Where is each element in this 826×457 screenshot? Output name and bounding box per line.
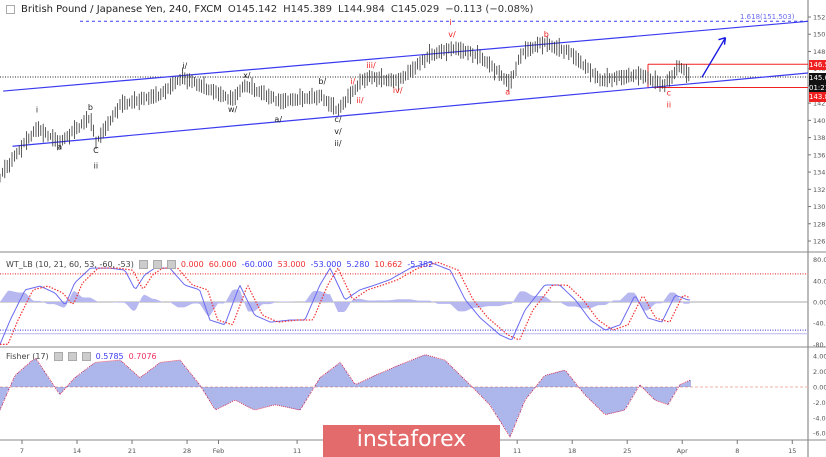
collapse-icon[interactable] (6, 5, 15, 14)
wt-val: 60.000 (208, 260, 237, 269)
wave-label: ii/ (334, 139, 341, 148)
wave-label: v/ (448, 30, 456, 39)
chart-canvas[interactable]: 152.000150.000148.000146.000144.000142.0… (0, 0, 826, 457)
wave-label: c (667, 88, 671, 97)
wt-title[interactable]: WT_LB (10, 21, 60, 53, -60, -53) (6, 260, 134, 269)
wt-val: -60.000 (241, 260, 273, 269)
time-tick-label: 11 (513, 447, 521, 455)
fisher-legend: Fisher (17) 0.5785 0.7076 (6, 352, 157, 361)
fisher-val: 0.5785 (95, 352, 124, 361)
wave-label: a/ (274, 115, 282, 124)
price-tick-label: 132.000 (813, 186, 826, 194)
wt-val: 53.000 (277, 260, 306, 269)
wt-tick-label: 0.000 (813, 299, 826, 307)
wt-legend: WT_LB (10, 21, 60, 53, -60, -53) 0.000 6… (6, 260, 433, 269)
change-value: −0.113 (−0.08%) (445, 4, 534, 15)
wave-label: b (544, 30, 549, 39)
wave-label: i (449, 18, 451, 27)
settings-icon[interactable] (67, 352, 77, 361)
wt-tick-label: 80.000 (813, 256, 826, 264)
target-arrow (701, 37, 727, 78)
channel-lower-line (12, 72, 809, 147)
price-tick-label: 138.000 (813, 134, 826, 142)
price-tick-label: 140.000 (813, 117, 826, 125)
close-value: C145.029 (390, 4, 440, 15)
price-tick-label: 148.000 (813, 48, 826, 56)
price-tick-label: 136.000 (813, 151, 826, 159)
time-tick-label: 25 (623, 447, 631, 455)
time-tick-label: Feb (213, 447, 225, 455)
fisher-tick-label: 0.0000 (813, 384, 826, 392)
time-tick-label: 18 (568, 447, 576, 455)
wt-tick-label: -40.000 (813, 320, 826, 328)
wt-val: -53.000 (310, 260, 342, 269)
fisher-val: 0.7076 (128, 352, 157, 361)
wt-val: 10.662 (374, 260, 403, 269)
eye-icon[interactable] (53, 352, 63, 361)
fib-label: 1.618(151.503) (740, 13, 795, 21)
time-tick-label: 15 (788, 447, 796, 455)
fisher-title[interactable]: Fisher (17) (6, 352, 49, 361)
wave-label: iv/ (393, 86, 403, 95)
time-tick-label: 11 (293, 447, 301, 455)
wt-val: 0.000 (180, 260, 204, 269)
fisher-tick-label: -2.0000 (813, 399, 826, 407)
wave-label: x/ (243, 71, 251, 80)
wave-label: i/ (182, 62, 187, 71)
chart-header: British Pound / Japanese Yen, 240, FXCM … (6, 4, 533, 15)
lower-level-tag: 143.817 (809, 92, 826, 102)
wave-label: iii/ (366, 61, 376, 70)
price-tick-label: 126.000 (813, 237, 826, 245)
wave-label: a (57, 143, 62, 152)
close-icon[interactable] (166, 260, 176, 269)
wt-val: -5.382 (407, 260, 434, 269)
wave-label: w/ (228, 105, 238, 114)
wave-label: b/ (318, 77, 326, 86)
eye-icon[interactable] (138, 260, 148, 269)
wave-label: ii (667, 100, 671, 109)
wave-label: ii/ (356, 96, 363, 105)
channel-upper-line (3, 20, 809, 92)
price-tick-label: 134.000 (813, 169, 826, 177)
instaforex-logo: instaforex (323, 425, 500, 457)
wt-histogram-area (0, 289, 690, 316)
upper-level-tag: 146.511 (809, 60, 826, 70)
price-tick-label: 130.000 (813, 203, 826, 211)
wave-label: ii (94, 162, 98, 171)
fisher-tick-label: -4.0000 (813, 414, 826, 422)
fisher-tick-label: 2.0000 (813, 368, 826, 376)
price-tick-label: 152.000 (813, 14, 826, 22)
wt-tick-label: 40.000 (813, 277, 826, 285)
price-tick-label: 128.000 (813, 220, 826, 228)
open-value: O145.142 (227, 4, 278, 15)
time-tick-label: Apr (677, 447, 689, 455)
wave-label: i/ (350, 77, 355, 86)
wt-val: 5.280 (346, 260, 370, 269)
time-tick-label: 7 (20, 447, 24, 455)
close-icon[interactable] (81, 352, 91, 361)
wave-label: v/ (334, 127, 342, 136)
time-tick-label: 28 (183, 447, 191, 455)
settings-icon[interactable] (152, 260, 162, 269)
wave-label: c/ (334, 115, 341, 124)
price-tick-label: 150.000 (813, 31, 826, 39)
fisher-tick-label: -6.0000 (813, 430, 826, 438)
wave-label: a (505, 88, 510, 97)
low-value: L144.984 (337, 4, 385, 15)
symbol-title[interactable]: British Pound / Japanese Yen, 240, FXCM (21, 4, 222, 15)
wave-label: b (88, 103, 93, 112)
fisher-tick-label: 4.0000 (813, 353, 826, 361)
wave-label: C (93, 146, 99, 155)
wave-label: i (36, 106, 38, 115)
wt-tick-label: -80.000 (813, 341, 826, 349)
time-tick-label: 14 (73, 447, 81, 455)
time-tick-label: 21 (128, 447, 136, 455)
time-tick-label: 8 (735, 447, 739, 455)
high-value: H145.389 (283, 4, 332, 15)
last-price-tag: 145.029 (809, 73, 826, 83)
